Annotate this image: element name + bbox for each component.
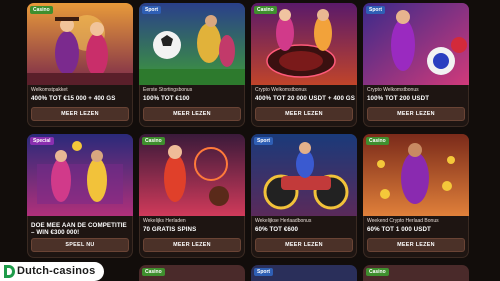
promo-title: 100% TOT €100 [143, 95, 190, 102]
promo-card[interactable]: Sport Eerste Stortingsbonus 100% TOT €10… [139, 3, 245, 127]
category-badge: Sport [254, 137, 274, 145]
category-badge: Casino [254, 6, 277, 14]
read-more-button[interactable]: MEER LEZEN [255, 238, 353, 252]
promo-title: 60% TOT €600 [255, 226, 299, 233]
category-badge: Casino [366, 268, 389, 276]
promo-title: DOE MEE AAN DE COMPETITIE – WIN €300 000… [31, 222, 127, 236]
category-badge: Sport [366, 6, 386, 14]
promo-card[interactable]: Casino Wekelijks Herladen 70 GRATIS SPIN… [139, 134, 245, 258]
read-more-button[interactable]: MEER LEZEN [255, 107, 353, 121]
category-badge: Sport [142, 6, 162, 14]
category-badge: Sport [254, 268, 274, 276]
promo-image [363, 134, 469, 216]
promo-card[interactable]: Special DOE MEE AAN DE COMPETITIE – WIN … [27, 134, 133, 258]
category-badge: Casino [142, 268, 165, 276]
promo-card[interactable]: Sport Crypto Welkomstbonus 100% TOT 200 … [363, 3, 469, 127]
category-badge: Casino [142, 137, 165, 145]
promo-subtitle: Wekelijkse Herlaadbonus [255, 218, 312, 224]
promo-title: 70 GRATIS SPINS [143, 226, 197, 233]
promo-card[interactable]: Casino [139, 265, 245, 281]
read-more-button[interactable]: MEER LEZEN [367, 238, 465, 252]
category-badge: Special [30, 137, 54, 145]
promo-card[interactable]: Casino [363, 265, 469, 281]
read-more-button[interactable]: MEER LEZEN [143, 238, 241, 252]
category-badge: Casino [366, 137, 389, 145]
category-badge: Casino [30, 6, 53, 14]
promo-title: 400% TOT €15 000 + 400 GS [31, 95, 116, 102]
promo-image [27, 134, 133, 216]
promo-image [363, 3, 469, 85]
promo-subtitle: Eerste Stortingsbonus [143, 87, 193, 93]
site-logo[interactable]: Dutch-casinos [0, 262, 104, 281]
play-now-button[interactable]: SPEEL NU [31, 238, 129, 252]
promo-image [251, 3, 357, 85]
promo-title: 400% TOT 20 000 USDT + 400 GS [255, 95, 355, 102]
promotions-grid: Casino Welkomstpakket 400% TOT €15 000 +… [0, 0, 500, 281]
logo-icon [4, 265, 15, 278]
read-more-button[interactable]: MEER LEZEN [143, 107, 241, 121]
promo-title: 60% TOT 1 000 USDT [367, 226, 431, 233]
promo-card[interactable]: Casino Weekend Crypto Herlaad Bonus 60% … [363, 134, 469, 258]
promo-card[interactable]: Sport [251, 265, 357, 281]
promo-image [139, 3, 245, 85]
promo-image [139, 134, 245, 216]
read-more-button[interactable]: MEER LEZEN [367, 107, 465, 121]
promo-subtitle: Crypto Welkomstbonus [255, 87, 307, 93]
promo-subtitle: Wekelijks Herladen [143, 218, 186, 224]
read-more-button[interactable]: MEER LEZEN [31, 107, 129, 121]
promo-card[interactable]: Casino Crypto Welkomstbonus 400% TOT 20 … [251, 3, 357, 127]
logo-text: Dutch-casinos [17, 265, 96, 277]
promo-subtitle: Crypto Welkomstbonus [367, 87, 419, 93]
promo-subtitle: Welkomstpakket [31, 87, 68, 93]
promo-image [251, 134, 357, 216]
promo-subtitle: Weekend Crypto Herlaad Bonus [367, 218, 439, 224]
promo-image [27, 3, 133, 85]
promo-card[interactable]: Casino Welkomstpakket 400% TOT €15 000 +… [27, 3, 133, 127]
promo-title: 100% TOT 200 USDT [367, 95, 430, 102]
promo-card[interactable]: Sport Wekelijkse Herlaadbonus 60% TOT €6… [251, 134, 357, 258]
